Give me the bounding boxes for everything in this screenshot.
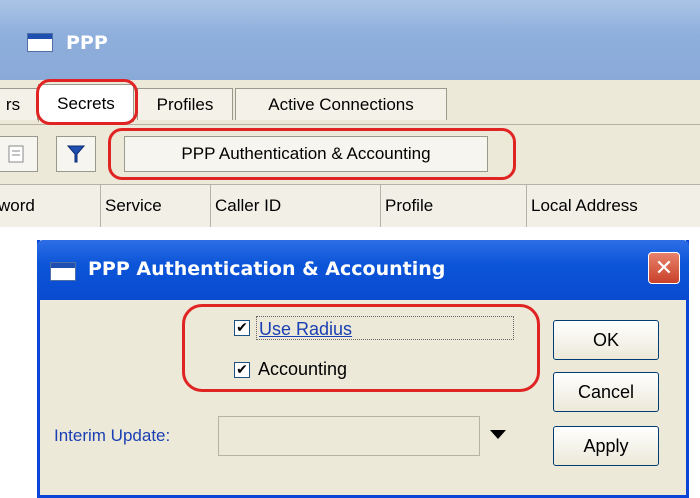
dropdown-arrow-icon[interactable] xyxy=(490,430,506,439)
column-label: word xyxy=(0,195,35,215)
note-icon xyxy=(8,145,24,163)
ppp-window: PPP rs Secrets Profiles Active Connectio… xyxy=(0,0,700,227)
ppp-window-title: PPP xyxy=(66,32,108,54)
column-header-service[interactable]: Service xyxy=(100,184,210,227)
interim-update-label: Interim Update: xyxy=(54,426,171,445)
apply-button-label: Apply xyxy=(583,435,629,456)
column-header-profile[interactable]: Profile xyxy=(380,184,526,227)
ok-button-label: OK xyxy=(592,329,619,350)
tab-label: rs xyxy=(5,94,21,114)
use-radius-checkbox[interactable]: ✔ xyxy=(234,320,250,336)
filter-icon xyxy=(66,145,86,163)
column-label: Service xyxy=(105,195,162,215)
tab-secrets[interactable]: Secrets xyxy=(38,84,134,122)
cancel-button-label: Cancel xyxy=(577,381,635,402)
interim-update-field[interactable] xyxy=(218,416,480,456)
use-radius-label[interactable]: Use Radius xyxy=(256,316,514,340)
cancel-button[interactable]: Cancel xyxy=(553,372,659,412)
tab-label: Active Connections xyxy=(268,94,414,114)
window-icon xyxy=(27,33,53,52)
window-icon xyxy=(50,262,76,281)
accounting-label: Accounting xyxy=(258,359,348,379)
dialog-title: PPP Authentication & Accounting xyxy=(88,258,446,280)
tab-active-connections[interactable]: Active Connections xyxy=(235,88,447,120)
ppp-aaa-button-label: PPP Authentication & Accounting xyxy=(181,144,431,163)
column-header-caller-id[interactable]: Caller ID xyxy=(210,184,380,227)
use-radius-text: Use Radius xyxy=(259,319,353,339)
ppp-aaa-button[interactable]: PPP Authentication & Accounting xyxy=(124,136,488,172)
tab-profiles[interactable]: Profiles xyxy=(137,88,233,120)
filter-button[interactable] xyxy=(56,136,96,172)
tab-users[interactable]: rs xyxy=(0,88,38,120)
column-label: Profile xyxy=(385,195,434,215)
close-icon[interactable]: ✕ xyxy=(648,252,680,284)
column-label: Caller ID xyxy=(215,195,282,215)
ok-button[interactable]: OK xyxy=(553,320,659,360)
comment-button[interactable] xyxy=(0,136,38,172)
column-header-password[interactable]: word xyxy=(0,184,96,227)
tab-label: Secrets xyxy=(57,93,115,113)
apply-button[interactable]: Apply xyxy=(553,426,659,466)
tab-label: Profiles xyxy=(156,94,214,114)
accounting-checkbox[interactable]: ✔ xyxy=(234,362,250,378)
column-header-local-address[interactable]: Local Address xyxy=(526,184,700,227)
column-label: Local Address xyxy=(531,195,638,215)
